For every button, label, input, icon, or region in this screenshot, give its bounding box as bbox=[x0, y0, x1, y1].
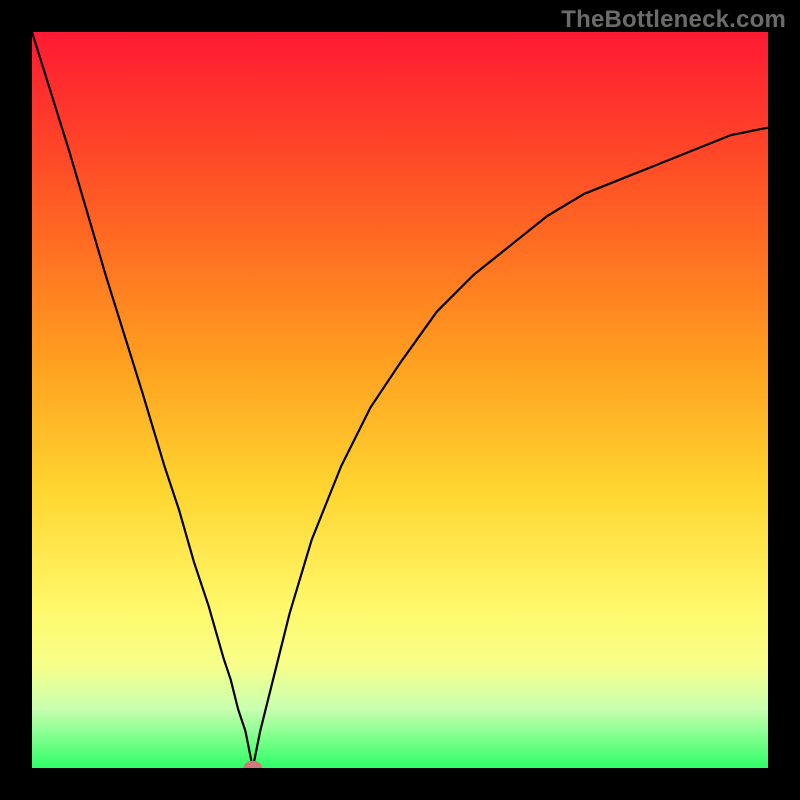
chart-frame: TheBottleneck.com bbox=[0, 0, 800, 800]
watermark-text: TheBottleneck.com bbox=[561, 6, 786, 34]
bottleneck-curve bbox=[32, 32, 768, 768]
chart-svg bbox=[32, 32, 768, 768]
minimum-marker bbox=[244, 761, 262, 768]
plot-area bbox=[32, 32, 768, 768]
